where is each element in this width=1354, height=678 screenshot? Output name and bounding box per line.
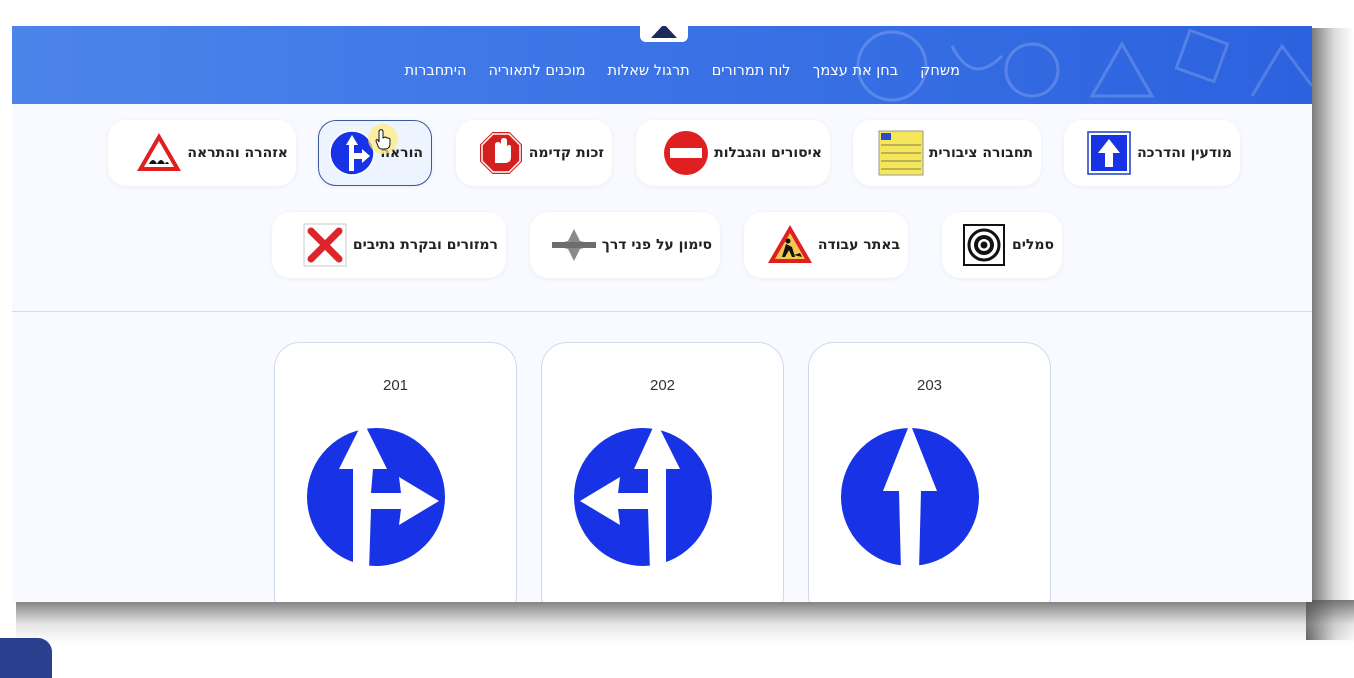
lane-closed-x-icon [303,223,347,267]
target-symbol-icon [963,224,1005,266]
category-road-markings[interactable]: סימון על פני דרך [530,212,720,278]
hand-pointer-icon [375,129,391,150]
page-stage: משחק בחן את עצמך לוח תמרורים תרגול שאלות… [0,0,1354,678]
nav-login[interactable]: היתחברות [405,63,467,79]
nav-ready-for-theory[interactable]: מוכנים לתאוריה [488,63,585,79]
bus-timetable-icon [878,130,924,176]
road-marking-icon [551,229,596,261]
category-label: איסורים והגבלות [714,145,822,161]
category-label: סמלים [1012,237,1054,253]
straight-only-sign-icon [838,423,982,571]
floating-corner-button[interactable] [0,638,52,678]
information-sign-icon [1087,131,1131,175]
sign-card[interactable]: 202 [541,342,784,602]
window-shadow-right [1306,28,1354,640]
browser-viewport: משחק בחן את עצמך לוח תמרורים תרגול שאלות… [12,26,1312,602]
sign-card[interactable]: 203 [808,342,1051,602]
category-warning[interactable]: אזהרה והתראה [108,120,296,186]
category-label: תחבורה ציבורית [928,145,1033,161]
nav-signs-board[interactable]: לוח תמרורים [712,63,791,79]
straight-or-right-sign-icon [304,421,448,571]
nav-practice-questions[interactable]: תרגול שאלות [608,63,690,79]
warning-triangle-icon [137,133,182,171]
category-information[interactable]: מודעין והדרכה [1064,120,1240,186]
nav-game[interactable]: משחק [920,63,960,79]
category-right-of-way[interactable]: זכות קדימה [456,120,612,186]
no-entry-icon [664,131,709,175]
nav-self-test[interactable]: בחן את עצמך [813,63,899,79]
category-roadworks[interactable]: באתר עבודה [744,212,908,278]
category-symbols[interactable]: סמלים [942,212,1062,278]
main-nav: משחק בחן את עצמך לוח תמרורים תרגול שאלות… [12,56,1312,86]
category-label: באתר עבודה [817,237,900,253]
category-label: מודעין והדרכה [1137,145,1232,161]
logo-icon [651,26,677,38]
site-header: משחק בחן את עצמך לוח תמרורים תרגול שאלות… [12,26,1312,104]
category-public-transport[interactable]: תחבורה ציבורית [853,120,1041,186]
sign-number: 202 [649,377,676,394]
category-label: רמזורים ובקרת נתיבים [352,237,498,253]
category-label: סימון על פני דרך [601,237,712,253]
site-logo[interactable] [640,26,688,42]
mouse-cursor [368,124,398,154]
signs-grid: 203 202 201 [12,312,1312,602]
sign-category-filters: מודעין והדרכה תחבורה ציבורית איסורים והג… [12,104,1312,312]
roadworks-icon [767,225,812,263]
window-shadow-bottom [16,600,1354,644]
sign-number: 201 [382,377,409,394]
stop-hand-icon [477,130,524,176]
sign-card[interactable]: 201 [274,342,517,602]
category-prohibitions[interactable]: איסורים והגבלות [636,120,830,186]
category-label: אזהרה והתראה [187,145,288,161]
sign-number: 203 [916,377,943,394]
straight-or-left-sign-icon [571,421,715,571]
category-traffic-lights-lane-control[interactable]: רמזורים ובקרת נתיבים [272,212,506,278]
category-label: זכות קדימה [528,145,604,161]
